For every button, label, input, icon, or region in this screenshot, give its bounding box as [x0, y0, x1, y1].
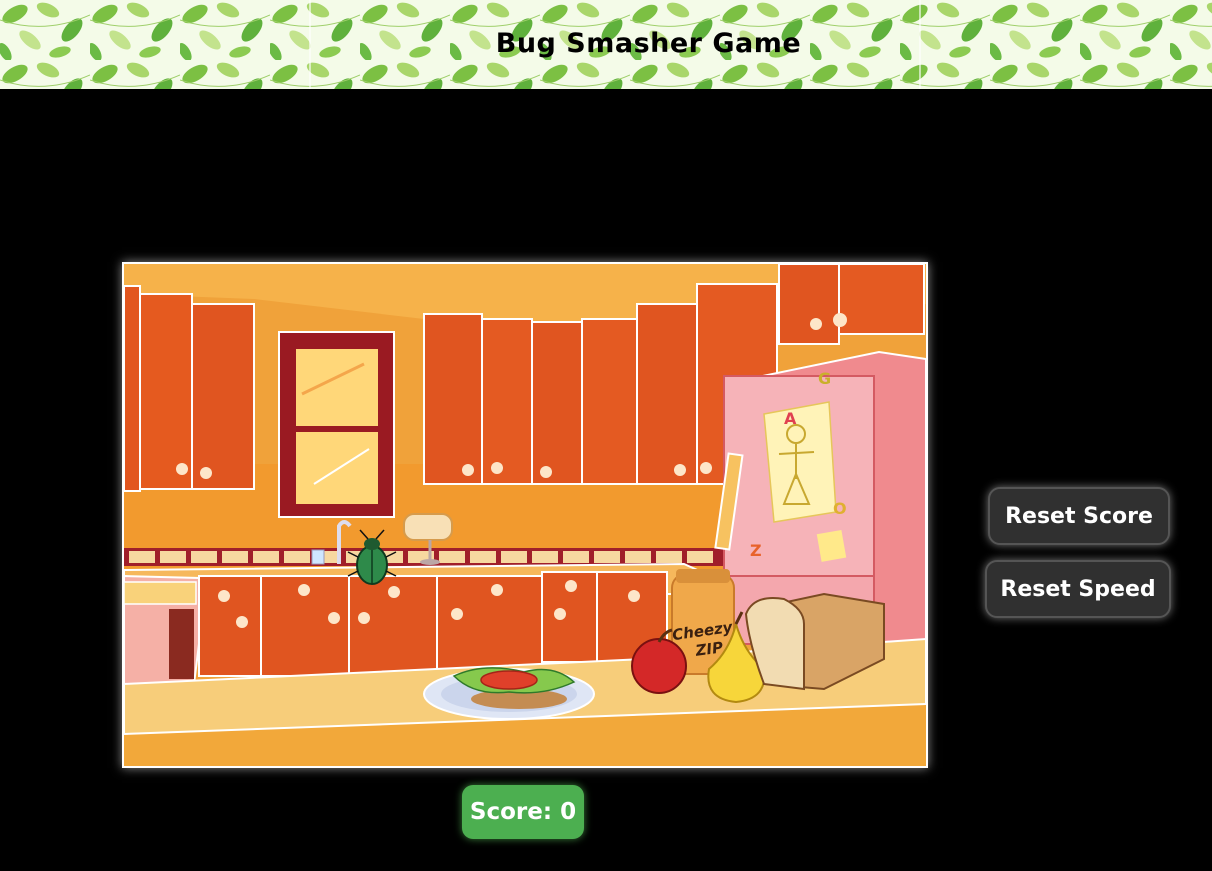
magnet-letter: G	[818, 369, 831, 388]
reset-speed-button[interactable]: Reset Speed	[985, 560, 1171, 618]
page-title: Bug Smasher Game	[495, 28, 802, 59]
magnet-letter: Z	[750, 541, 762, 560]
game-canvas[interactable]: G A O Z Cheezy ZIP	[122, 262, 928, 768]
reset-score-button[interactable]: Reset Score	[988, 487, 1170, 545]
kitchen-scene: G A O Z Cheezy ZIP	[124, 264, 926, 766]
score-display: Score: 0	[462, 785, 584, 839]
score-label: Score:	[469, 799, 553, 825]
game-header: Bug Smasher Game	[0, 0, 1212, 89]
score-value: 0	[560, 799, 577, 825]
magnet-letter: O	[833, 499, 847, 518]
magnet-letter: A	[784, 409, 797, 428]
